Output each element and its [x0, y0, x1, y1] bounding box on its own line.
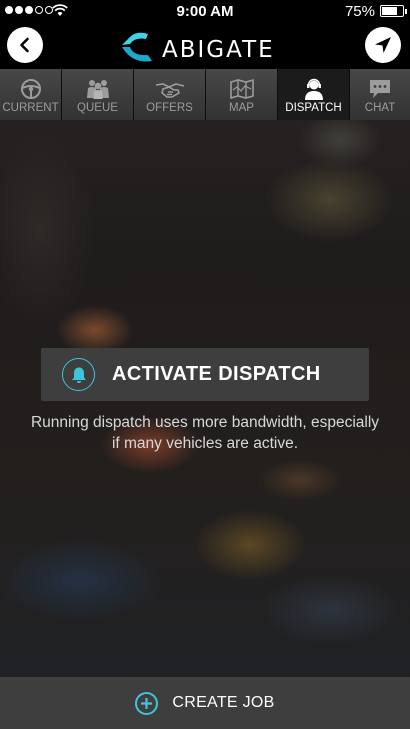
tab-label: DISPATCH — [285, 102, 342, 114]
battery-percent: 75% — [344, 3, 375, 20]
create-job-button[interactable]: CREATE JOB — [0, 677, 410, 729]
logo-c-mark — [122, 32, 152, 62]
tab-bar: CURRENT QUEUE OFFERS MAP DISPATCH CHAT — [0, 69, 410, 120]
tab-offers[interactable]: OFFERS — [134, 69, 205, 120]
dispatcher-headset-icon — [304, 78, 323, 100]
locate-button[interactable] — [365, 27, 401, 63]
logo-text: ABIGATE — [162, 37, 275, 63]
cabigate-logo: ABIGATE — [118, 28, 288, 64]
app-header: ABIGATE — [0, 22, 410, 69]
bell-icon-frame — [62, 358, 95, 391]
tab-label: CURRENT — [2, 102, 59, 114]
chevron-left-icon — [20, 37, 29, 53]
tab-queue[interactable]: QUEUE — [62, 69, 133, 120]
create-job-label: CREATE JOB — [172, 694, 275, 711]
bell-icon — [71, 367, 86, 383]
bandwidth-note: Running dispatch uses more bandwidth, es… — [30, 414, 380, 452]
tab-dispatch[interactable]: DISPATCH — [278, 69, 349, 120]
tab-label: MAP — [229, 102, 254, 114]
tab-chat[interactable]: CHAT — [350, 69, 410, 120]
people-group-icon — [86, 80, 109, 99]
activate-dispatch-button[interactable]: ACTIVATE DISPATCH — [41, 348, 369, 401]
back-button[interactable] — [7, 27, 43, 63]
handshake-icon — [155, 83, 184, 98]
steering-wheel-icon — [20, 79, 41, 99]
tab-label: OFFERS — [146, 102, 193, 114]
tab-map[interactable]: MAP — [206, 69, 277, 120]
plus-circle-icon — [135, 691, 159, 715]
navigation-arrow-icon — [375, 37, 391, 53]
status-bar: 9:00 AM 75% — [0, 0, 410, 22]
battery-icon — [380, 5, 407, 17]
chat-bubble-icon — [370, 80, 390, 98]
activate-dispatch-label: ACTIVATE DISPATCH — [112, 363, 321, 385]
map-icon — [229, 78, 254, 100]
tab-label: QUEUE — [77, 102, 118, 114]
tab-label: CHAT — [364, 102, 396, 114]
tab-current[interactable]: CURRENT — [0, 69, 61, 120]
